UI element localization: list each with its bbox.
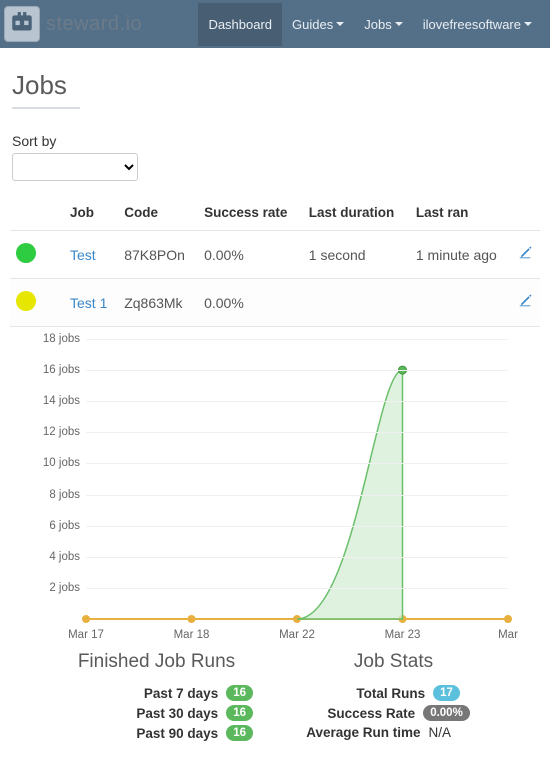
status-dot [16, 243, 36, 263]
x-tick-label: Mar 17 [68, 629, 104, 641]
stats-title: Job Stats [275, 651, 512, 673]
y-tick-label: 18 jobs [43, 333, 86, 345]
th-success: Success rate [198, 195, 303, 231]
avg-label: Average Run time [301, 725, 421, 740]
rate-badge: 0.00% [423, 705, 470, 721]
nav-guides[interactable]: Guides [282, 3, 354, 46]
th-ran: Last ran [410, 195, 512, 231]
y-tick-label: 4 jobs [49, 551, 86, 563]
finished-runs-block: Finished Job Runs Past 7 days 16 Past 30 … [38, 651, 275, 743]
th-code: Code [118, 195, 198, 231]
logo-icon [4, 6, 40, 42]
edit-icon[interactable] [518, 247, 532, 263]
stats-row: Finished Job Runs Past 7 days 16 Past 30 … [10, 645, 540, 755]
cell-duration [303, 279, 410, 327]
x-tick-label: Mar 23 [385, 629, 421, 641]
cell-ran [410, 279, 512, 327]
job-link[interactable]: Test [70, 247, 96, 263]
p7-label: Past 7 days [144, 686, 218, 701]
p7-badge: 16 [226, 685, 253, 701]
chart-plot: 2 jobs4 jobs6 jobs8 jobs10 jobs12 jobs14… [86, 339, 508, 619]
jobs-table: Job Code Success rate Last duration Last… [10, 195, 540, 327]
nav-jobs[interactable]: Jobs [354, 3, 412, 46]
chart-container: 2 jobs 4 jobs 6 jobs 8 jobs 10 jobs 12 jobs 14… [10, 327, 540, 645]
chart-xaxis: Mar 17Mar 18Mar 22Mar 23Mar [86, 621, 508, 645]
nav-dashboard[interactable]: Dashboard [198, 3, 282, 46]
y-tick-label: 14 jobs [43, 395, 86, 407]
cell-success: 0.00% [198, 279, 303, 327]
x-tick-label: Mar 18 [174, 629, 210, 641]
th-job: Job [64, 195, 118, 231]
y-tick-label: 10 jobs [43, 457, 86, 469]
cell-code: 87K8POn [118, 231, 198, 279]
table-row: Test 1 Zq863Mk 0.00% [10, 279, 540, 327]
chevron-down-icon [336, 22, 344, 26]
status-dot [16, 291, 36, 311]
cell-duration: 1 second [303, 231, 410, 279]
sortby-select[interactable] [12, 153, 138, 181]
y-tick-label: 2 jobs [49, 582, 86, 594]
y-tick-label: 8 jobs [49, 489, 86, 501]
rate-label: Success Rate [295, 706, 415, 721]
x-tick-label: Mar [498, 629, 518, 641]
p30-label: Past 30 days [136, 706, 218, 721]
nav-items: Dashboard Guides Jobs ilovefreesoftware [198, 3, 542, 46]
cell-code: Zq863Mk [118, 279, 198, 327]
edit-icon[interactable] [518, 295, 532, 311]
total-badge: 17 [433, 685, 460, 701]
brand-text: steward.io [46, 13, 142, 36]
cell-ran: 1 minute ago [410, 231, 512, 279]
finished-title: Finished Job Runs [38, 651, 275, 673]
chevron-down-icon [524, 22, 532, 26]
p90-badge: 16 [226, 725, 253, 741]
y-tick-label: 12 jobs [43, 426, 86, 438]
th-duration: Last duration [303, 195, 410, 231]
nav-user[interactable]: ilovefreesoftware [413, 3, 542, 46]
job-stats-block: Job Stats Total Runs 17 Success Rate 0.00%… [275, 651, 512, 743]
title-underline [12, 107, 80, 109]
chevron-down-icon [395, 22, 403, 26]
y-tick-label: 6 jobs [49, 520, 86, 532]
page-title: Jobs [10, 70, 540, 101]
y-tick-label: 16 jobs [43, 364, 86, 376]
p90-label: Past 90 days [136, 726, 218, 741]
job-link[interactable]: Test 1 [70, 295, 107, 311]
x-tick-label: Mar 22 [279, 629, 315, 641]
cell-success: 0.00% [198, 231, 303, 279]
table-row: Test 87K8POn 0.00% 1 second 1 minute ago [10, 231, 540, 279]
avg-val: N/A [429, 725, 465, 740]
sortby-label: Sort by [10, 133, 540, 149]
navbar: steward.io Dashboard Guides Jobs ilovefr… [0, 0, 550, 48]
total-label: Total Runs [305, 686, 425, 701]
p30-badge: 16 [226, 705, 253, 721]
